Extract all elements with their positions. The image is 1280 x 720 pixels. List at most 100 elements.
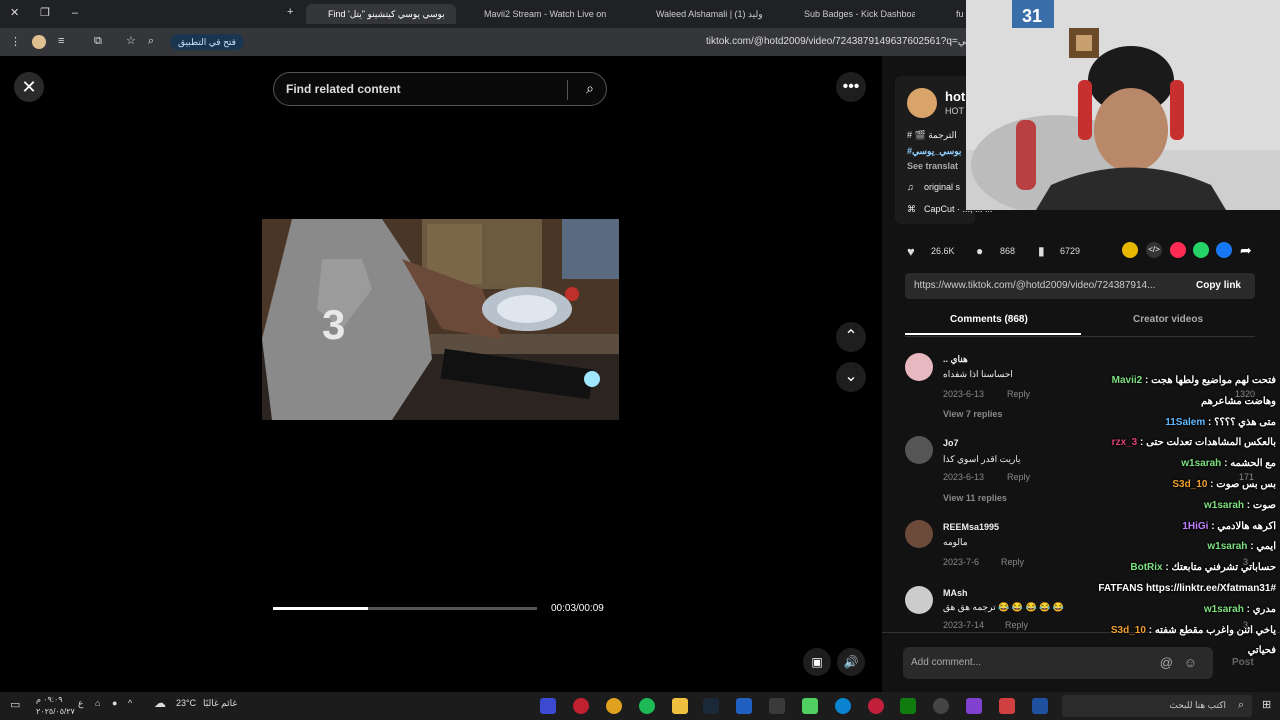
mail-icon[interactable] bbox=[736, 698, 752, 714]
xbox-icon[interactable] bbox=[900, 698, 916, 714]
avatar[interactable] bbox=[905, 436, 933, 464]
whatsapp-icon[interactable] bbox=[1193, 242, 1209, 258]
save-icon[interactable]: ▮ bbox=[1038, 244, 1045, 258]
tab-comments[interactable]: Comments (868) bbox=[950, 314, 1028, 325]
avatar[interactable] bbox=[905, 353, 933, 381]
chat-username[interactable]: w1sarah bbox=[1207, 541, 1247, 552]
language-indicator[interactable]: ع bbox=[78, 698, 83, 709]
chat-username[interactable]: w1sarah bbox=[1204, 500, 1244, 511]
chat-text: فتحت لهم مواضيع ولطها هجت bbox=[1151, 375, 1276, 386]
app-icon-11[interactable] bbox=[868, 698, 884, 714]
close-window-icon[interactable]: ✕ bbox=[10, 8, 19, 19]
start-icon[interactable]: ⊞ bbox=[1262, 698, 1271, 711]
edge-icon[interactable] bbox=[835, 698, 851, 714]
add-comment-placeholder: Add comment... bbox=[911, 657, 982, 668]
reply-button[interactable]: Reply bbox=[1001, 557, 1024, 567]
copy-link-button[interactable]: Copy link bbox=[1196, 280, 1241, 291]
url-field[interactable]: tiktok.com/@hotd2009/video/7243879149637… bbox=[706, 36, 982, 47]
embed-icon[interactable]: </> bbox=[1146, 242, 1162, 258]
avatar[interactable] bbox=[905, 586, 933, 614]
steam-icon[interactable] bbox=[703, 698, 719, 714]
tab-1[interactable]: Mavii2 Stream - Watch Live on bbox=[470, 4, 620, 24]
chat-username[interactable]: w1sarah bbox=[1204, 604, 1244, 615]
chat-username[interactable]: 11Salem bbox=[1165, 417, 1205, 428]
tab-creator-videos[interactable]: Creator videos bbox=[1133, 314, 1203, 325]
weather-icon[interactable]: ☁ bbox=[154, 696, 166, 710]
obs-icon[interactable] bbox=[933, 698, 949, 714]
see-translation-link[interactable]: See translat bbox=[907, 161, 958, 171]
like-icon[interactable]: ♥ bbox=[907, 244, 915, 259]
tab-2[interactable]: Waleed Alshamali | (1) وليد bbox=[640, 4, 780, 24]
chat-username[interactable]: 1HiGi bbox=[1182, 521, 1208, 532]
profile-icon[interactable] bbox=[32, 35, 46, 49]
app-icon-14[interactable] bbox=[966, 698, 982, 714]
comment-user[interactable]: REEMsa1995 bbox=[943, 522, 999, 532]
reading-list-icon[interactable]: ≡ bbox=[58, 36, 64, 47]
next-video-button[interactable]: ⌄ bbox=[836, 362, 866, 392]
caption-hashtag[interactable]: #بوسي_يوسي bbox=[907, 146, 961, 157]
chat-username[interactable]: rzx_3 bbox=[1112, 437, 1138, 448]
video-progress-bar[interactable] bbox=[273, 607, 537, 610]
chrome-icon[interactable] bbox=[606, 698, 622, 714]
minimize-icon[interactable]: – bbox=[72, 8, 78, 19]
pip-icon[interactable]: ▣ bbox=[803, 648, 831, 676]
comment-user[interactable]: Jo7 bbox=[943, 438, 959, 448]
tab-label: Mavii2 Stream - Watch Live on bbox=[484, 9, 607, 19]
open-in-app-button[interactable]: فتح في التطبيق bbox=[170, 34, 244, 50]
more-options-button[interactable]: ••• bbox=[836, 72, 866, 102]
chat-username[interactable]: BotRix bbox=[1130, 562, 1162, 573]
taskbar-search[interactable]: اكتب هنا للبحث ⌕ bbox=[1062, 695, 1252, 717]
comment-user[interactable]: MAsh bbox=[943, 588, 968, 598]
zoom-icon[interactable]: ⌕ bbox=[148, 36, 154, 47]
view-replies-button[interactable]: View 7 replies bbox=[943, 409, 1002, 419]
app-icon-1[interactable] bbox=[540, 698, 556, 714]
app-icon-8[interactable] bbox=[769, 698, 785, 714]
record-icon[interactable]: ● bbox=[112, 698, 117, 708]
reply-button[interactable]: Reply bbox=[1007, 389, 1030, 399]
chat-text: ياخي اثنن واغرب مقطع شفته bbox=[1154, 624, 1276, 636]
chat-username[interactable]: S3d_10 bbox=[1111, 625, 1146, 636]
comment-user[interactable]: .. هناي bbox=[943, 354, 968, 365]
chat-username[interactable]: S3d_10 bbox=[1172, 479, 1207, 490]
previous-video-button[interactable]: ⌃ bbox=[836, 322, 866, 352]
share-link-text[interactable]: https://www.tiktok.com/@hotd2009/video/7… bbox=[914, 280, 1155, 291]
comment-icon[interactable]: ● bbox=[976, 244, 983, 258]
tray-expand-icon[interactable]: ^ bbox=[128, 698, 132, 708]
search-icon[interactable]: ⌕ bbox=[586, 80, 594, 97]
tab-3[interactable]: Sub Badges - Kick Dashboard bbox=[790, 4, 915, 24]
extensions-icon[interactable]: ⧉ bbox=[94, 36, 102, 47]
tab-0[interactable]: Find 'بوسي يوسي كيتشينو "يتل bbox=[306, 4, 456, 24]
spotify-icon[interactable] bbox=[639, 698, 655, 714]
sound-name[interactable]: original s bbox=[924, 182, 960, 192]
file-explorer-icon[interactable] bbox=[672, 698, 688, 714]
chat-separator: : bbox=[1207, 479, 1217, 490]
network-icon[interactable]: ⌂ bbox=[95, 698, 100, 708]
menu-icon[interactable]: ⋮ bbox=[10, 37, 21, 48]
app-icon-16[interactable] bbox=[1032, 698, 1048, 714]
chat-text: اكرهه هالادمي bbox=[1217, 520, 1276, 532]
app-icon-2[interactable] bbox=[573, 698, 589, 714]
facebook-icon[interactable] bbox=[1216, 242, 1232, 258]
related-search-input[interactable]: Find related content ⌕ bbox=[273, 72, 607, 106]
restore-icon[interactable]: ❐ bbox=[40, 8, 50, 19]
bookmark-star-icon[interactable]: ☆ bbox=[126, 36, 136, 47]
reply-button[interactable]: Reply bbox=[1007, 472, 1030, 482]
creator-avatar[interactable] bbox=[907, 88, 937, 118]
notification-icon[interactable]: ▭ bbox=[10, 698, 20, 711]
chat-username[interactable]: Mavii2 bbox=[1112, 375, 1143, 386]
creator-name[interactable]: hot bbox=[945, 89, 965, 104]
close-video-button[interactable]: ✕ bbox=[14, 72, 44, 102]
comment-date: 2023-7-6 bbox=[943, 557, 980, 567]
chat-username[interactable]: w1sarah bbox=[1181, 458, 1221, 469]
repost-icon[interactable] bbox=[1122, 242, 1138, 258]
video-player[interactable]: 3 bbox=[262, 219, 619, 420]
reply-button[interactable]: Reply bbox=[1005, 620, 1028, 630]
app-icon-15[interactable] bbox=[999, 698, 1015, 714]
send-icon[interactable] bbox=[1170, 242, 1186, 258]
share-more-icon[interactable]: ➦ bbox=[1240, 242, 1252, 259]
volume-icon[interactable]: 🔊 bbox=[837, 648, 865, 676]
view-replies-button[interactable]: View 11 replies bbox=[943, 493, 1007, 503]
new-tab-icon[interactable]: + bbox=[287, 7, 293, 18]
kick-icon[interactable] bbox=[802, 698, 818, 714]
avatar[interactable] bbox=[905, 520, 933, 548]
